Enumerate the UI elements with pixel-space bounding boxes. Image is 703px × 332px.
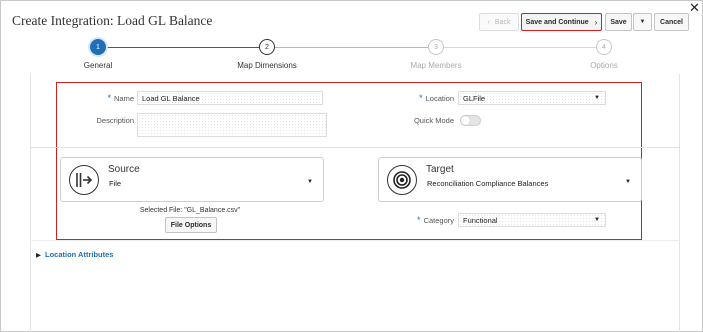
toggle-knob [461,116,470,125]
chevron-right-icon: › [594,17,598,27]
source-title: Source [108,164,140,175]
name-label: * Name [70,93,134,103]
train-label-general[interactable]: General [48,61,148,70]
category-select[interactable]: Functional ▼ [458,213,606,227]
train-connector [104,47,260,48]
caret-down-icon[interactable]: ▼ [307,179,313,185]
location-label-text: Location [425,94,454,103]
location-select-value: GLFile [463,93,486,103]
file-options-button[interactable]: File Options [165,217,217,233]
train-label-map-members: Map Members [410,61,462,70]
quick-mode-label: Quick Mode [413,116,454,125]
description-field[interactable] [137,113,327,137]
location-attributes-label: Location Attributes [45,250,114,259]
quick-mode-toggle[interactable] [460,115,481,126]
train-label-map-dimensions[interactable]: Map Dimensions [217,61,317,70]
train-stop-options: 4 [596,39,612,55]
save-and-continue-label: Save and Continue [525,18,589,26]
section-divider [30,147,680,148]
target-title: Target [426,164,454,175]
required-asterisk: * [107,93,111,103]
file-options-label: File Options [170,221,212,229]
name-field[interactable]: Load GL Balance [137,91,323,105]
train-stop-map-members: 3 [428,39,444,55]
source-arrow-icon [76,173,93,187]
target-icon [387,165,417,195]
name-label-text: Name [113,94,134,103]
page-title: Create Integration: Load GL Balance [12,13,213,28]
location-select[interactable]: GLFile ▼ [458,91,606,105]
train-connector [275,47,428,48]
category-select-value: Functional [463,215,498,225]
train-stop-general[interactable]: 1 [90,39,106,55]
target-card[interactable]: Target Reconciliation Compliance Balance… [378,157,642,202]
source-card[interactable]: Source File ▼ [60,157,324,202]
chevron-left-icon: ‹ [487,18,490,26]
source-value: File [109,179,122,188]
caret-down-icon: ▼ [594,95,600,101]
save-button-label: Save [610,18,627,26]
caret-down-icon: ▼ [594,217,600,223]
bullseye-icon [393,171,411,189]
save-button[interactable]: Save [605,13,632,31]
location-attributes-disclosure[interactable]: ▶ Location Attributes [36,250,113,259]
required-asterisk: * [419,93,423,103]
back-button-label: Back [494,18,511,26]
location-label: * Location [400,93,454,103]
category-label: * Category [400,215,454,225]
caret-down-icon[interactable]: ▼ [625,179,631,185]
caret-down-icon: ▼ [639,19,646,25]
train-stop-map-dimensions[interactable]: 2 [259,39,275,55]
selected-file-text: Selected File: "GL_Balance.csv" [139,207,241,214]
section-divider [30,240,680,241]
back-button[interactable]: ‹ Back [479,13,519,31]
train-label-options: Options [590,61,618,70]
required-asterisk: * [417,215,421,225]
cancel-button[interactable]: Cancel [654,13,689,31]
cancel-button-label: Cancel [660,18,683,26]
category-label-text: Category [423,216,454,225]
target-value: Reconciliation Compliance Balances [427,179,549,188]
train-connector [444,47,596,48]
name-field-value: Load GL Balance [142,93,200,103]
disclosure-triangle-icon: ▶ [36,251,41,259]
source-icon [69,165,99,195]
close-icon[interactable]: ✕ [689,1,700,14]
description-label: Description [96,116,134,125]
save-and-continue-button[interactable]: Save and Continue › [521,13,602,31]
save-menu-button[interactable]: ▼ [633,13,652,31]
